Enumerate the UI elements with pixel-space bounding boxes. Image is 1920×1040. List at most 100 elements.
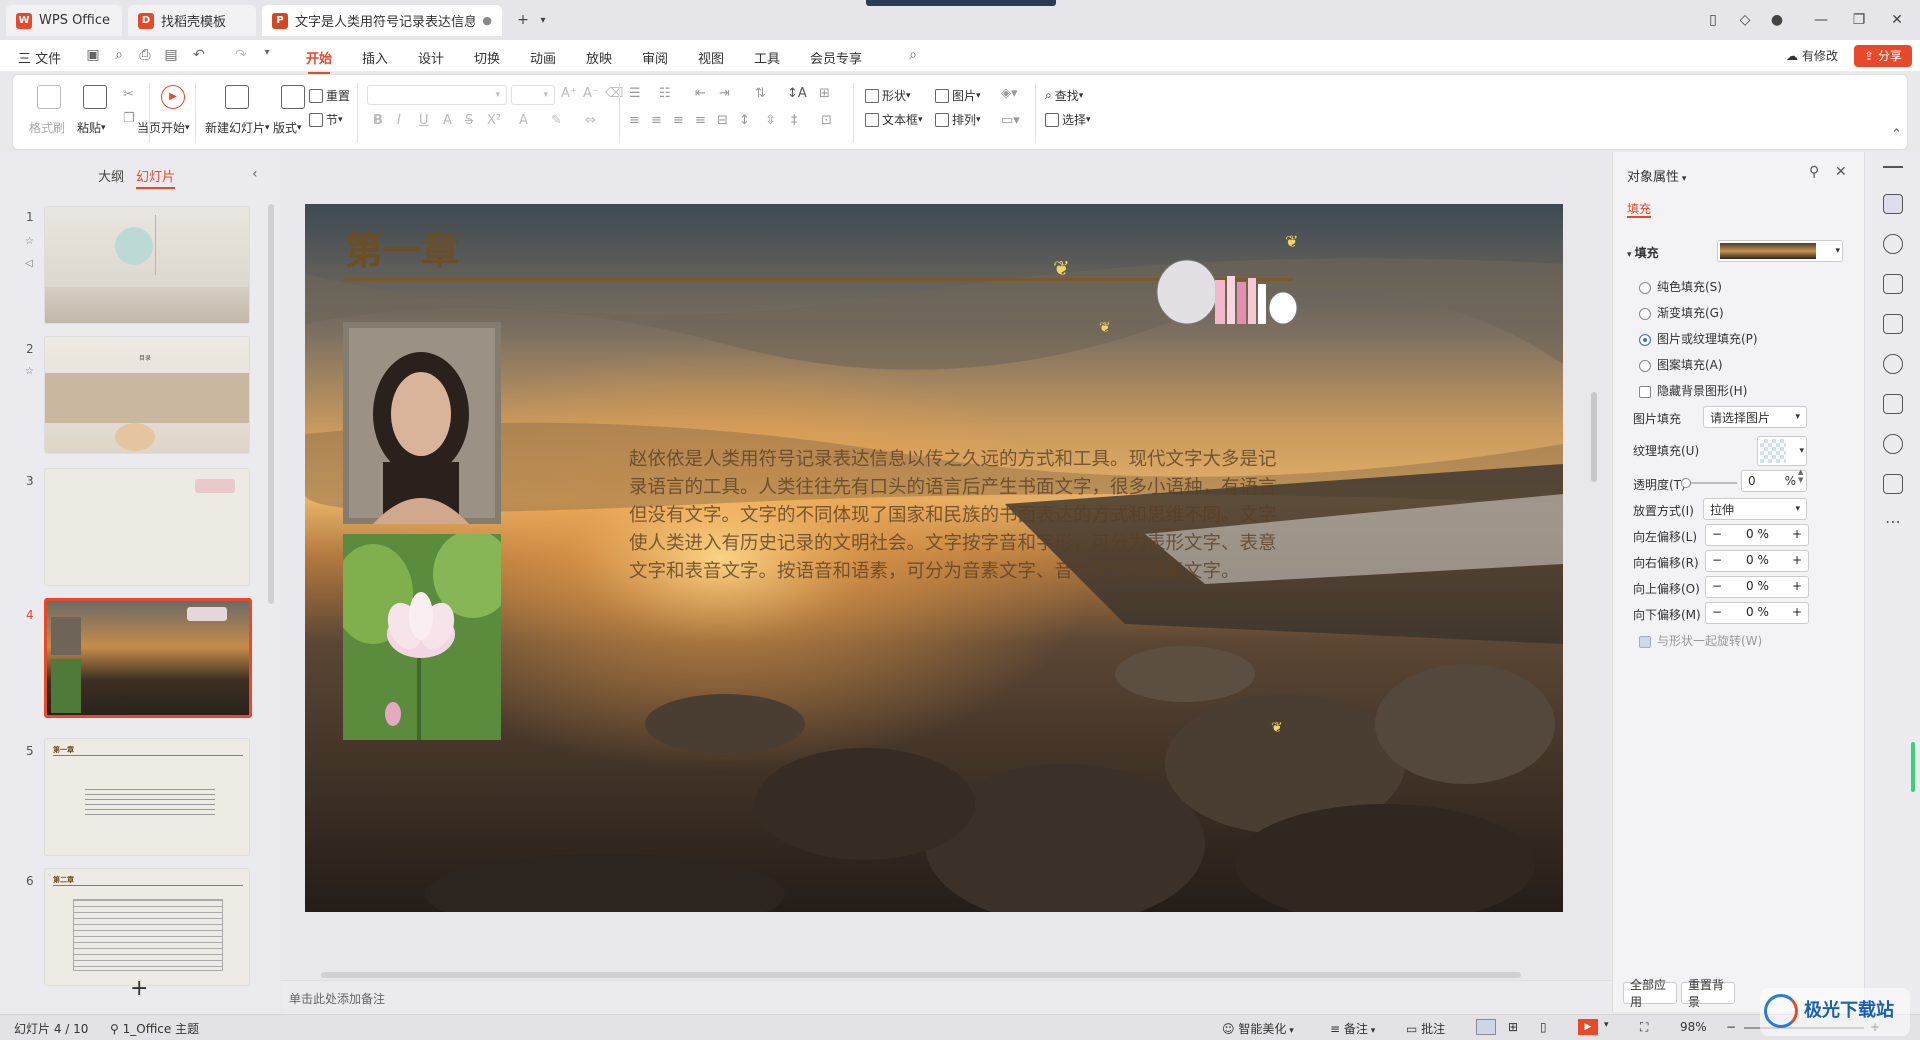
search-icon[interactable]: ⌕ — [904, 47, 922, 65]
has-changes-indicator[interactable]: ☁ 有修改 — [1786, 47, 1838, 64]
slider-thumb[interactable] — [1681, 478, 1691, 488]
menu-animation[interactable]: 动画 — [530, 48, 556, 67]
copy-icon[interactable] — [1883, 274, 1903, 294]
offset-bottom-stepper[interactable]: − 0 % + — [1705, 602, 1809, 624]
close-icon[interactable]: ✕ — [1884, 8, 1910, 32]
menu-insert[interactable]: 插入 — [362, 48, 388, 67]
layout-button[interactable]: 版式 ▾ — [273, 119, 302, 136]
new-slide-button[interactable]: 新建幻灯片 ▾ — [205, 119, 270, 136]
menu-start[interactable]: 开始 — [306, 48, 332, 74]
collapse-ribbon-icon[interactable]: ⌃ — [1891, 127, 1902, 142]
align-center-icon[interactable]: ≡ — [651, 113, 662, 128]
new-slide-icon[interactable] — [225, 85, 249, 109]
fit-window-icon[interactable]: ⛶ — [1640, 1020, 1648, 1035]
columns-icon[interactable]: ⊞ — [819, 86, 830, 101]
restore-icon[interactable]: ❐ — [1846, 8, 1872, 32]
align-right-icon[interactable]: ≡ — [673, 113, 684, 128]
align-left-icon[interactable]: ≡ — [629, 113, 640, 128]
minus-icon[interactable]: − — [1712, 527, 1722, 541]
texture-fill-select[interactable]: ▾ — [1757, 436, 1807, 466]
avatar[interactable]: ● — [1764, 8, 1790, 32]
book-icon[interactable] — [1883, 394, 1903, 414]
slide-thumbnail-1[interactable] — [44, 206, 250, 324]
bullets-icon[interactable]: ☰ — [629, 86, 641, 101]
para-spacing-icon[interactable]: ⇳ — [765, 113, 776, 128]
lotus-image[interactable] — [343, 534, 501, 740]
font-size-select[interactable]: ▾ — [511, 85, 555, 105]
slide-thumbnail-6[interactable]: 第二章 — [44, 868, 250, 986]
plus-icon[interactable]: + — [1792, 605, 1802, 619]
slide-4[interactable]: 第一章 ❦ ❦ ❦ ❦ 赵依依是人类用符号记录表达信息以传之久远的方式和工具。现… — [305, 204, 1563, 912]
layout-icon[interactable]: ▯ — [1700, 8, 1726, 32]
panel-title[interactable]: 对象属性 ▾ — [1627, 166, 1686, 185]
paste-button[interactable]: 粘贴 ▾ — [77, 119, 106, 136]
tab-presentation[interactable]: P 文字是人类用符号记录表达信息以 ● — [262, 5, 502, 36]
share-button[interactable]: ⇪ 分享 — [1854, 45, 1912, 67]
placement-select[interactable]: 拉伸 ▾ — [1703, 498, 1807, 520]
tab-slides[interactable]: 幻灯片 — [136, 166, 176, 189]
layout-icon[interactable] — [281, 85, 305, 109]
radio-picture-fill[interactable]: 图片或纹理填充(P) — [1639, 330, 1758, 347]
zoom-out-icon[interactable]: − — [1726, 1020, 1736, 1034]
offset-top-stepper[interactable]: − 0 % + — [1705, 576, 1809, 598]
char-spacing-icon[interactable]: ⇔ — [585, 113, 596, 128]
minus-icon[interactable] — [1883, 166, 1903, 168]
italic-icon[interactable]: I — [397, 113, 401, 128]
minus-icon[interactable]: − — [1712, 605, 1722, 619]
slide-title[interactable]: 第一章 — [345, 220, 459, 275]
customize-chevron-icon[interactable]: ▾ — [258, 47, 276, 65]
normal-view-icon[interactable] — [1476, 1019, 1496, 1035]
menu-slideshow[interactable]: 放映 — [586, 48, 612, 67]
slide-thumbnail-4[interactable] — [44, 598, 252, 718]
select-button[interactable]: 选择 ▾ — [1045, 111, 1091, 128]
picture-fill-select[interactable]: 请选择图片 ▾ — [1703, 406, 1807, 428]
star-icon[interactable] — [1883, 234, 1903, 254]
justify-icon[interactable]: ≡ — [695, 113, 706, 128]
portrait-image[interactable] — [343, 322, 501, 524]
undo-icon[interactable]: ↶ — [190, 47, 208, 65]
menu-review[interactable]: 审阅 — [642, 48, 668, 67]
outline-icon[interactable]: ▭▾ — [1001, 113, 1020, 128]
export-icon[interactable]: ⌕ — [110, 47, 128, 65]
radio-gradient-fill[interactable]: 渐变填充(G) — [1639, 304, 1724, 321]
reset-button[interactable]: 重置 — [309, 87, 350, 104]
rotate-with-shape-checkbox[interactable]: 与形状一起旋转(W) — [1639, 632, 1762, 649]
fill-section-header[interactable]: ▾ 填充 — [1627, 244, 1659, 261]
slide-thumbnail-2[interactable]: 目录 — [44, 336, 250, 454]
drag-handle[interactable] — [866, 0, 1056, 6]
tab-docer[interactable]: D 找稻壳模板 — [128, 5, 256, 36]
slide-body-text[interactable]: 赵依依是人类用符号记录表达信息以传之久远的方式和工具。现代文字大多是记录语言的工… — [629, 446, 1289, 586]
format-painter-icon[interactable] — [37, 85, 61, 109]
save-icon[interactable]: ▣ — [84, 47, 102, 65]
tab-wps-office[interactable]: W WPS Office — [6, 5, 122, 36]
paste-icon[interactable] — [83, 85, 107, 109]
theme-indicator[interactable]: ⚲ 1_Office 主题 — [110, 1020, 199, 1037]
horizontal-scrollbar[interactable] — [321, 972, 1521, 978]
reading-view-icon[interactable]: ▯ — [1540, 1020, 1547, 1034]
panel-scrollbar[interactable] — [268, 204, 274, 604]
spin-icon[interactable]: ▲ ▼ — [1798, 468, 1803, 484]
cube-icon[interactable]: ◇ — [1732, 8, 1758, 32]
animation-icon[interactable] — [1883, 314, 1903, 334]
slide-sorter-icon[interactable]: ⊞ — [1508, 1020, 1518, 1034]
superscript-icon[interactable]: X² — [487, 113, 501, 128]
textbox-button[interactable]: 文本框 ▾ — [865, 111, 923, 128]
minus-icon[interactable]: − — [1712, 579, 1722, 593]
menu-transition[interactable]: 切换 — [474, 48, 500, 67]
pin-icon[interactable]: ⚲ — [1809, 164, 1819, 180]
increase-font-icon[interactable]: A⁺ — [561, 86, 577, 101]
numbering-icon[interactable]: ☷ — [659, 86, 671, 101]
menu-member[interactable]: 会员专享 — [810, 48, 862, 67]
strikethrough-icon[interactable]: S — [465, 113, 473, 128]
slide-thumbnail-5[interactable]: 第一章 — [44, 738, 250, 856]
play-slideshow-icon[interactable]: ▶ — [1578, 1019, 1598, 1035]
arrange-button[interactable]: 排列 ▾ — [935, 111, 981, 128]
menu-design[interactable]: 设计 — [418, 48, 444, 67]
underline-icon[interactable]: U — [419, 113, 429, 128]
clear-format-icon[interactable]: ⌫ — [605, 86, 623, 101]
tab-outline[interactable]: 大纲 — [98, 166, 124, 185]
zoom-level[interactable]: 98% — [1680, 1020, 1707, 1034]
offset-right-stepper[interactable]: − 0 % + — [1705, 550, 1809, 572]
menu-tools[interactable]: 工具 — [754, 48, 780, 67]
text-align-box-icon[interactable]: ⊡ — [821, 113, 832, 128]
